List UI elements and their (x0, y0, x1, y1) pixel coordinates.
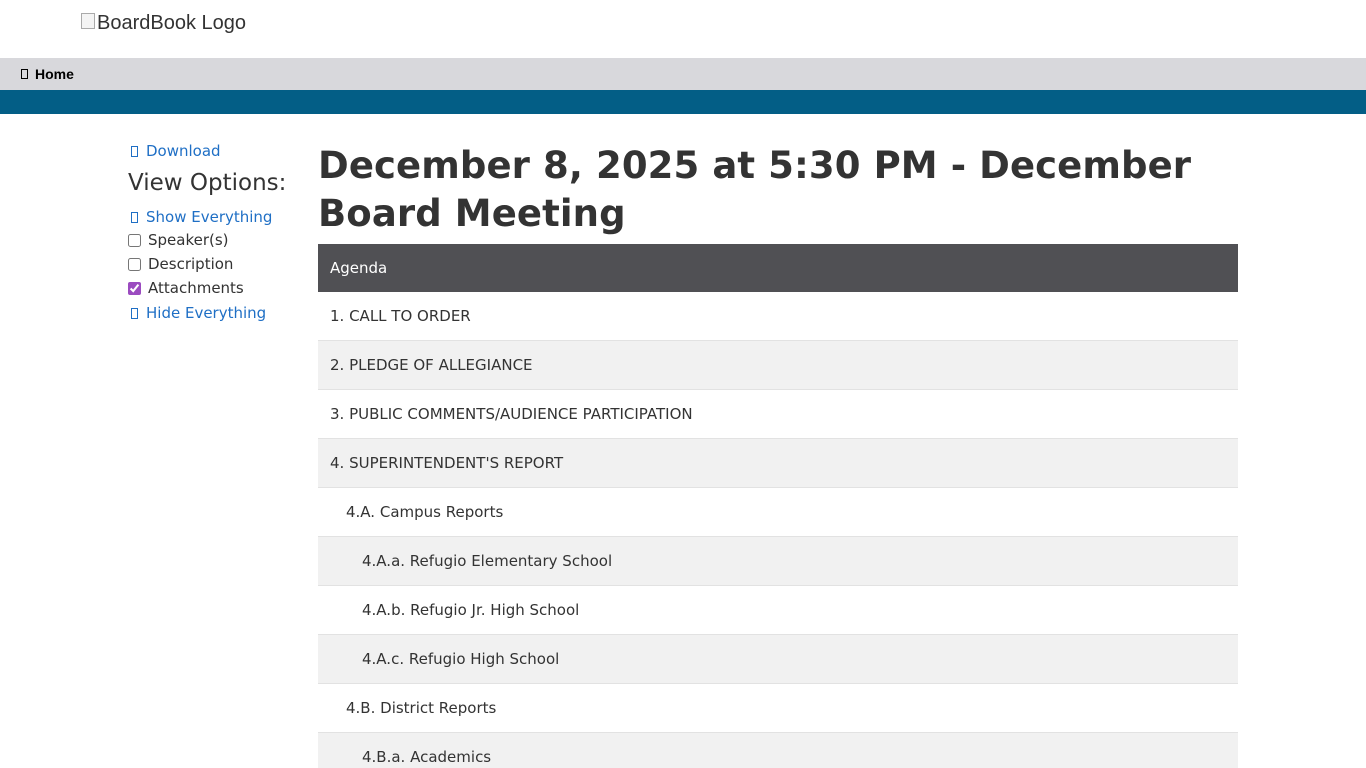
view-option-label: Description (148, 255, 234, 273)
view-option-checkbox[interactable] (128, 233, 141, 247)
agenda-item-label: 4.A.b. Refugio Jr. High School (362, 601, 580, 619)
agenda-item[interactable]: 4.A. Campus Reports (318, 488, 1238, 537)
agenda-item[interactable]: 4.A.b. Refugio Jr. High School (318, 586, 1238, 635)
logo-alt-text: BoardBook Logo (97, 12, 247, 34)
agenda-item[interactable]: 4.B. District Reports (318, 684, 1238, 733)
page-title: December 8, 2025 at 5:30 PM - December B… (318, 144, 1192, 235)
agenda-item-label: 4.A.c. Refugio High School (362, 650, 560, 668)
view-option-label: Attachments (148, 279, 244, 297)
view-option-checkbox[interactable] (128, 257, 141, 271)
download-label: Download (146, 142, 221, 160)
agenda-item-label: 4. SUPERINTENDENT'S REPORT (330, 454, 564, 472)
agenda-item-label: 4.B. District Reports (346, 699, 497, 717)
hide-everything-link[interactable]: Hide Everything (128, 302, 298, 324)
download-link[interactable]: Download (128, 140, 298, 162)
accent-band (0, 90, 1366, 114)
page-header: BoardBook Logo (0, 0, 1366, 58)
agenda-header: Agenda (318, 244, 1238, 292)
show-everything-label: Show Everything (146, 208, 273, 226)
view-options-heading: View Options: (128, 170, 287, 196)
collapse-icon (131, 307, 138, 319)
broken-image-icon (81, 12, 95, 29)
agenda-item-label: 2. PLEDGE OF ALLEGIANCE (330, 356, 533, 374)
home-icon (21, 69, 28, 79)
agenda-item-label: 4.A.a. Refugio Elementary School (362, 552, 613, 570)
view-option-attachments[interactable]: Attachments (128, 276, 298, 300)
agenda-item[interactable]: 2. PLEDGE OF ALLEGIANCE (318, 341, 1238, 390)
agenda-list: 1. CALL TO ORDER 2. PLEDGE OF ALLEGIANCE 3… (318, 292, 1238, 768)
view-option-checkbox[interactable] (128, 281, 141, 295)
show-everything-link[interactable]: Show Everything (128, 206, 298, 228)
nav-home-label: Home (35, 66, 74, 82)
agenda-item-label: 3. PUBLIC COMMENTS/AUDIENCE PARTICIPATIO… (330, 405, 693, 423)
nav-home-link[interactable]: Home (21, 58, 74, 90)
agenda-item-label: 4.B.a. Academics (362, 748, 492, 766)
hide-everything-label: Hide Everything (146, 304, 267, 322)
main-content: December 8, 2025 at 5:30 PM - December B… (318, 142, 1238, 768)
agenda-item[interactable]: 4.A.c. Refugio High School (318, 635, 1238, 684)
agenda-item-label: 1. CALL TO ORDER (330, 307, 471, 325)
top-navbar: Home (0, 58, 1366, 90)
view-options-list: Speaker(s) Description Attachments (128, 228, 298, 300)
agenda-item[interactable]: 4.B.a. Academics (318, 733, 1238, 768)
view-option-label: Speaker(s) (148, 231, 229, 249)
agenda-item[interactable]: 4.A.a. Refugio Elementary School (318, 537, 1238, 586)
agenda-item[interactable]: 3. PUBLIC COMMENTS/AUDIENCE PARTICIPATIO… (318, 390, 1238, 439)
expand-icon (131, 211, 138, 223)
sidebar: Download View Options: Show Everything S… (128, 140, 298, 324)
boardbook-logo[interactable]: BoardBook Logo (81, 12, 246, 35)
agenda-item-label: 4.A. Campus Reports (346, 503, 504, 521)
agenda-item[interactable]: 1. CALL TO ORDER (318, 292, 1238, 341)
view-option-speaker-s[interactable]: Speaker(s) (128, 228, 298, 252)
agenda-item[interactable]: 4. SUPERINTENDENT'S REPORT (318, 439, 1238, 488)
view-option-description[interactable]: Description (128, 252, 298, 276)
download-icon (131, 145, 138, 157)
